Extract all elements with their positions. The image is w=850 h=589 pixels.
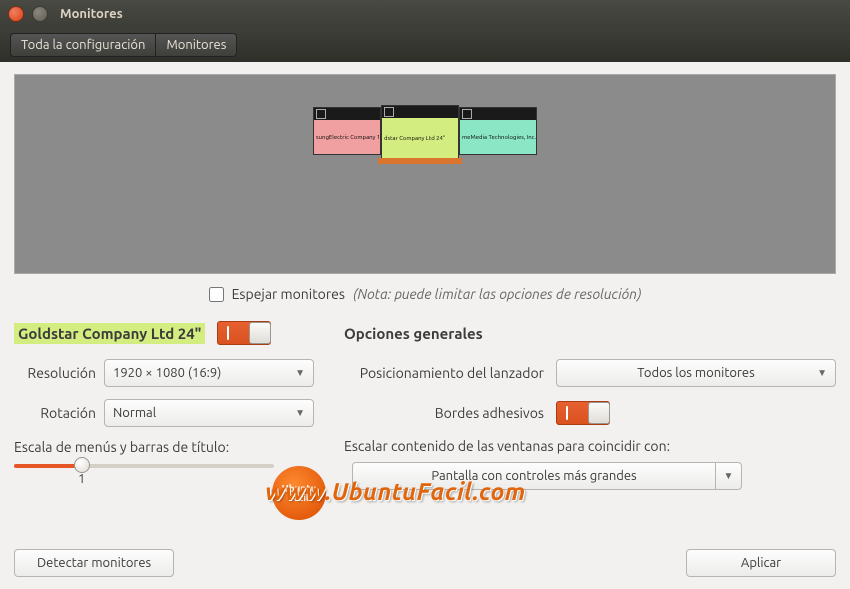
resolution-combo[interactable]: 1920 × 1080 (16:9) ▼ [104,359,314,387]
close-icon[interactable] [8,6,24,22]
preview-monitor-1[interactable]: sungElectric Company 13" [313,107,381,155]
chevron-down-icon: ▼ [295,367,305,379]
preview-monitor-2[interactable]: dstar Company Ltd 24" [381,105,459,159]
titlebar: Monitores [0,0,850,28]
mirror-monitors-note: (Nota: puede limitar las opciones de res… [353,286,641,302]
general-options-heading: Opciones generales [344,325,483,342]
ui-scale-label: Escala de menús y barras de título: [14,439,237,455]
monitor-preview-area[interactable]: sungElectric Company 13" dstar Company L… [14,74,836,274]
watermark-logo: UbuntuFácil [272,466,326,520]
slider-thumb[interactable] [74,457,90,473]
preview-monitor-1-label: sungElectric Company 13" [314,120,380,154]
scale-content-label: Escalar contenido de las ventanas para c… [344,438,836,454]
launcher-placement-combo[interactable]: Todos los monitores ▼ [556,359,836,387]
detect-monitors-button[interactable]: Detectar monitores [14,549,174,577]
preview-monitor-2-label: dstar Company Ltd 24" [382,118,458,158]
preview-monitor-3-label: meMedia Technologies, Inc. 36" [460,120,536,154]
selected-monitor-name: Goldstar Company Ltd 24" [14,323,205,344]
chevron-down-icon: ▼ [295,407,305,419]
sticky-edges-toggle[interactable] [556,401,610,425]
rotation-label: Rotación [14,405,104,421]
resolution-value: 1920 × 1080 (16:9) [113,366,221,380]
launcher-placement-label: Posicionamiento del lanzador [344,365,556,381]
resolution-label: Resolución [14,365,104,381]
scale-content-combo[interactable]: Pantalla con controles más grandes [352,462,716,490]
scale-content-value: Pantalla con controles más grandes [431,469,636,483]
sticky-edges-label: Bordes adhesivos [344,405,556,421]
chevron-down-icon: ▼ [817,367,827,379]
minimize-icon[interactable] [32,6,48,22]
launcher-placement-value: Todos los monitores [637,366,755,380]
breadcrumb: Toda la configuración Monitores [0,28,850,62]
apply-button[interactable]: Aplicar [686,549,836,577]
breadcrumb-all-settings[interactable]: Toda la configuración [10,33,156,57]
window-title: Monitores [60,7,123,21]
mirror-monitors-label: Espejar monitores [232,286,345,302]
mirror-monitors-checkbox[interactable] [209,287,224,302]
monitor-enabled-toggle[interactable] [217,321,271,345]
scale-content-dropdown-button[interactable]: ▼ [716,462,742,490]
preview-monitor-3[interactable]: meMedia Technologies, Inc. 36" [459,107,537,155]
rotation-value: Normal [113,406,156,420]
rotation-combo[interactable]: Normal ▼ [104,399,314,427]
ui-scale-slider[interactable] [14,464,274,468]
breadcrumb-monitores[interactable]: Monitores [156,33,237,57]
chevron-down-icon: ▼ [724,470,734,482]
